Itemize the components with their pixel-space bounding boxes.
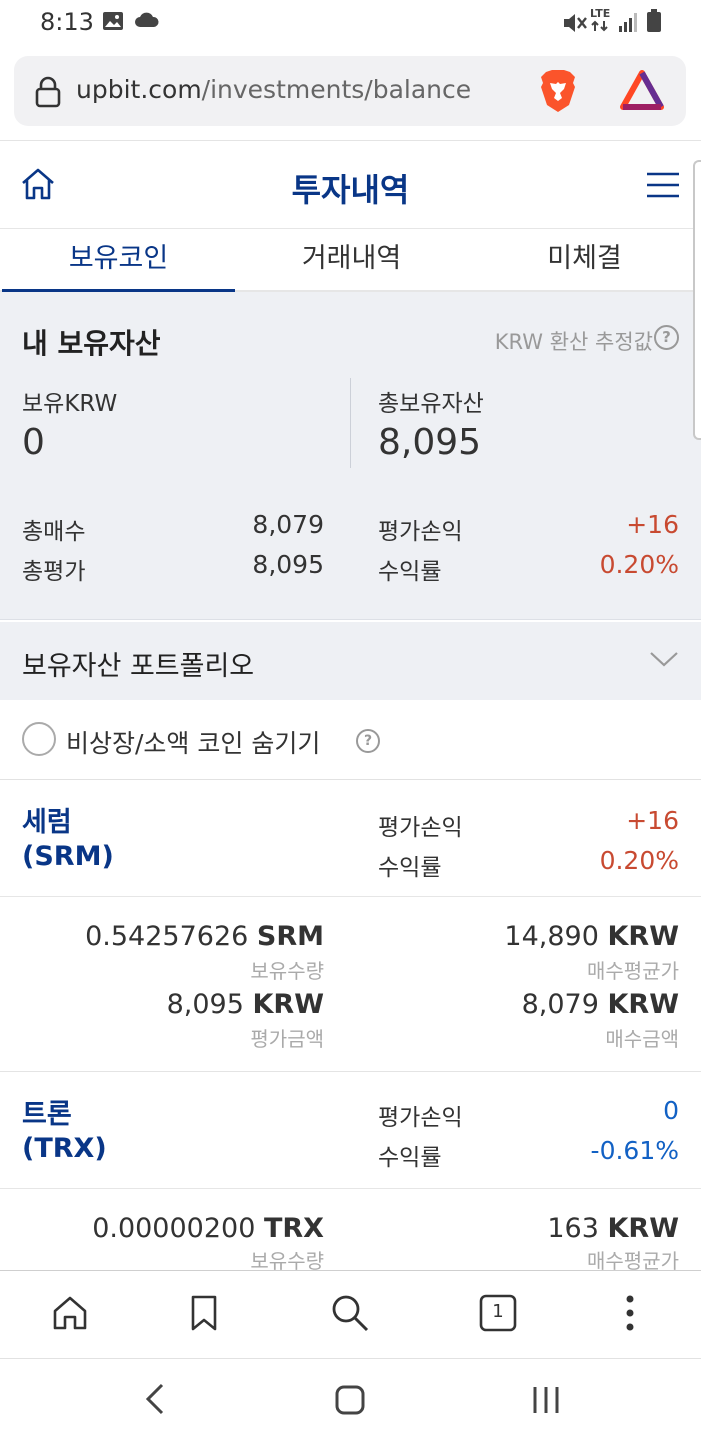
scrollbar[interactable] [693,160,701,440]
help-icon[interactable]: ? [356,729,380,753]
bookmark-icon[interactable] [186,1293,230,1337]
coin-rate-value: -0.61% [590,1136,679,1165]
coin-pnl-value: +16 [626,806,679,835]
signal-icon [618,11,640,37]
total-eval-value: 8,095 [252,550,324,579]
home-icon[interactable] [50,1293,94,1337]
mute-icon [562,12,588,38]
system-navigation-bar [0,1358,701,1440]
lte-icon: LTE [590,8,612,35]
total-buy-label: 총매수 [22,519,86,545]
avg-price-value: 163 KRW [547,1213,679,1244]
coin-header-srm[interactable]: 세럼 (SRM) 평가손익 +16 수익률 0.20% [0,780,701,897]
total-assets-label: 총보유자산 [378,391,484,417]
more-icon[interactable] [612,1293,656,1337]
image-icon [102,10,124,36]
address-bar[interactable]: upbit.com/investments/balance [14,56,686,126]
qty-label: 보유수량 [250,959,324,983]
qty-label: 보유수량 [250,1249,324,1270]
menu-icon[interactable] [646,171,680,203]
summary-note: KRW 환산 추정값 [494,330,653,354]
recents-icon[interactable] [530,1379,562,1423]
hide-small-coins-checkbox[interactable] [22,722,56,756]
return-rate-value: 0.20% [599,550,679,579]
search-icon[interactable] [330,1293,374,1337]
brave-rewards-icon[interactable] [620,70,664,114]
home-button-icon[interactable] [334,1379,366,1423]
coin-pnl-value: 0 [663,1096,679,1125]
tab-bar: 보유코인 거래내역 미체결 [0,228,701,293]
tab-holdings[interactable]: 보유코인 [2,229,235,293]
cloud-icon [134,10,160,34]
url-path: /investments/balance [201,75,472,104]
url-text[interactable]: upbit.com/investments/balance [76,75,471,104]
avg-price-value: 14,890 KRW [504,921,679,952]
coin-rate-label: 수익률 [378,855,442,881]
coin-pnl-label: 평가손익 [378,815,463,841]
avg-price-label: 매수평균가 [587,1249,679,1270]
status-time: 8:13 [40,8,94,36]
tab-count: 1 [492,1301,504,1322]
tabs-icon[interactable]: 1 [478,1293,522,1337]
coin-rate-value: 0.20% [599,846,679,875]
page-title: 투자내역 [291,171,410,209]
total-assets-value: 8,095 [378,422,482,463]
coin-symbol: (TRX) [22,1133,107,1164]
battery-icon [646,9,662,37]
divider [350,378,351,468]
pnl-label: 평가손익 [378,519,463,545]
buy-amount-label: 매수금액 [605,1027,679,1051]
asset-summary: 내 보유자산 KRW 환산 추정값 ? 보유KRW 0 총보유자산 8,095 … [0,292,701,620]
coin-header-trx[interactable]: 트론 (TRX) 평가손익 0 수익률 -0.61% [0,1072,701,1189]
coin-detail-srm: 0.54257626 SRM 보유수량 14,890 KRW 매수평균가 8,0… [0,897,701,1071]
return-rate-label: 수익률 [378,559,442,585]
back-icon[interactable] [142,1379,166,1423]
coin-name: 세럼 [22,807,72,838]
summary-title: 내 보유자산 [22,327,161,360]
lte-label: LTE [590,7,611,20]
browser-toolbar: upbit.com/investments/balance [0,44,701,140]
pnl-value: +16 [626,510,679,539]
coin-rate-label: 수익률 [378,1145,442,1171]
tab-trade-history[interactable]: 거래내역 [235,229,468,291]
qty-value: 0.00000200 TRX [92,1213,324,1244]
hide-small-coins-option: 비상장/소액 코인 숨기기 ? [0,700,701,780]
chevron-down-icon [649,650,679,672]
brave-shield-icon[interactable] [538,69,578,117]
coin-pnl-label: 평가손익 [378,1105,463,1131]
avg-price-label: 매수평균가 [587,959,679,983]
coin-symbol: (SRM) [22,841,114,872]
krw-value: 0 [22,422,45,463]
coin-name: 트론 [22,1099,72,1130]
portfolio-toggle[interactable]: 보유자산 포트폴리오 [0,622,701,700]
eval-amount-value: 8,095 KRW [166,989,324,1020]
coin-detail-trx: 0.00000200 TRX 보유수량 163 KRW 매수평균가 [0,1189,701,1270]
buy-amount-value: 8,079 KRW [521,989,679,1020]
total-eval-label: 총평가 [22,559,86,585]
eval-amount-label: 평가금액 [250,1027,324,1051]
status-bar: 8:13 LTE [0,0,701,44]
tab-open-orders[interactable]: 미체결 [468,229,701,291]
total-buy-value: 8,079 [252,510,324,539]
browser-bottom-nav: 1 [0,1270,701,1358]
help-icon[interactable]: ? [654,325,679,350]
url-domain: upbit.com [76,75,202,104]
qty-value: 0.54257626 SRM [85,921,324,952]
krw-label: 보유KRW [22,391,118,417]
hide-small-coins-label[interactable]: 비상장/소액 코인 숨기기 [66,724,320,760]
page-header: 투자내역 [0,140,701,228]
portfolio-label: 보유자산 포트폴리오 [22,651,255,682]
lock-icon [34,76,62,112]
